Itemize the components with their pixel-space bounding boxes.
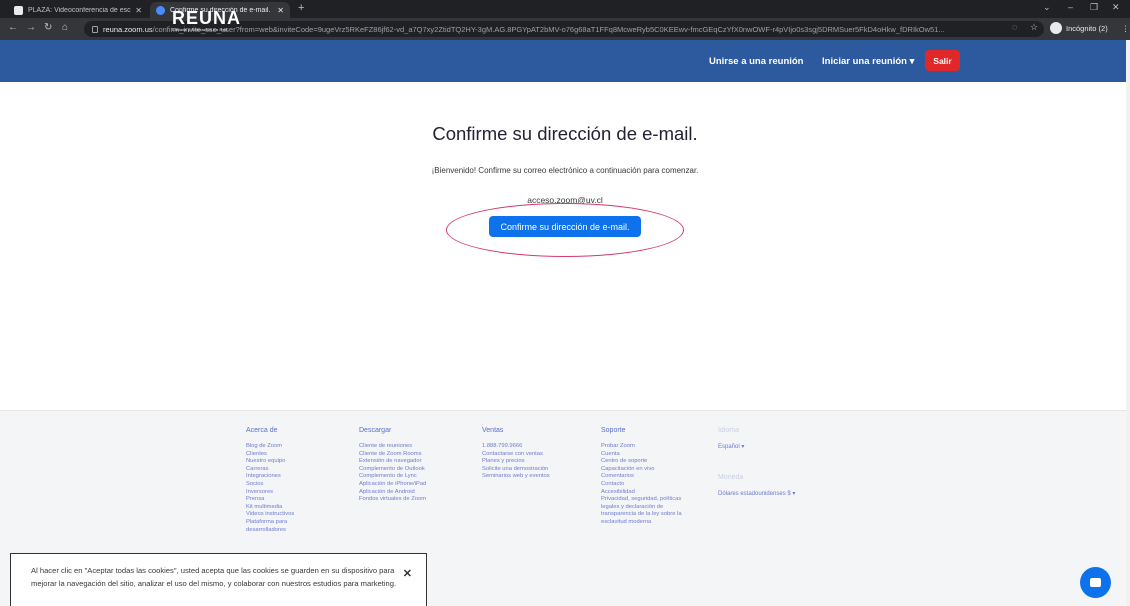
footer-link[interactable]: 1.888.799.9666	[482, 443, 550, 451]
footer-link[interactable]: Comentarios	[601, 473, 682, 481]
currency-select[interactable]: Dólares estadounidenses $ ▾	[718, 490, 795, 497]
footer-link[interactable]: Complemento de Outlook	[359, 466, 426, 474]
footer-link[interactable]: Complemento de Lync	[359, 473, 426, 481]
footer-link[interactable]: Plataforma para	[246, 519, 294, 527]
footer-list: Probar Zoom Cuenta Centro de soporte Capaci…	[601, 443, 682, 527]
confirm-email-button[interactable]: Confirme su dirección de e-mail.	[489, 216, 641, 237]
eye-off-icon[interactable]: ◌	[1012, 22, 1017, 32]
close-tab-icon[interactable]: ✕	[135, 6, 142, 15]
star-icon[interactable]: ☆	[1030, 22, 1038, 33]
browser-tab-plaza[interactable]: PLAZA: Videoconferencia de esc ✕	[8, 2, 148, 18]
footer-link[interactable]: Accesibilidad	[601, 489, 682, 497]
start-meeting-label: Iniciar una reunión	[822, 56, 907, 67]
footer-link[interactable]: Socios	[246, 481, 294, 489]
browser-tab-bar: PLAZA: Videoconferencia de esc ✕ Confirm…	[0, 0, 1130, 18]
chat-button[interactable]	[1080, 567, 1111, 598]
minimize-icon[interactable]: –	[1068, 2, 1073, 12]
site-favicon-icon	[14, 5, 23, 15]
start-meeting-menu[interactable]: Iniciar una reunión ▾	[822, 56, 914, 67]
footer-list: Blog de Zoom Clientes Nuestro equipo Carrer…	[246, 443, 294, 534]
footer-list: 1.888.799.9666 Contactarse con ventas Plan…	[482, 443, 550, 481]
footer-link[interactable]: Contacto	[601, 481, 682, 489]
footer-heading: Soporte	[601, 427, 626, 434]
footer-link[interactable]: Videos instructivos	[246, 511, 294, 519]
address-bar: ← → ↻ ⌂ reuna.zoom.us /confirm_invite_ss…	[0, 18, 1130, 40]
footer-link[interactable]: Clientes	[246, 451, 294, 459]
incognito-icon	[1050, 22, 1062, 34]
footer-link[interactable]: Cliente de reuniones	[359, 443, 426, 451]
footer-link[interactable]: Fondos virtuales de Zoom	[359, 496, 426, 504]
footer-column-download: Descargar Cliente de reuniones Cliente de…	[359, 427, 426, 504]
home-icon[interactable]: ⌂	[62, 22, 68, 33]
footer-link[interactable]: Aplicación de Android	[359, 489, 426, 497]
close-tab-icon[interactable]: ✕	[277, 6, 284, 15]
reload-icon[interactable]: ↻	[44, 22, 52, 33]
currency-value: Dólares estadounidenses $	[718, 491, 791, 497]
footer-link[interactable]: Privacidad, seguridad, políticas	[601, 496, 682, 504]
footer-link[interactable]: Cuenta	[601, 451, 682, 459]
reuna-logo[interactable]: REUNA Ciencia y Educación en Red	[172, 8, 242, 32]
currency-heading: Moneda	[718, 474, 744, 481]
footer-link[interactable]: Carreras	[246, 466, 294, 474]
forward-icon[interactable]: →	[26, 22, 36, 33]
page-title: Confirme su dirección de e-mail.	[432, 123, 698, 144]
welcome-text: ¡Bienvenido! Confirme su correo electrón…	[431, 166, 699, 175]
tab-search-icon[interactable]: ⌄	[1043, 2, 1051, 13]
incognito-indicator[interactable]: Incógnito (2) ⋮	[1050, 22, 1129, 34]
exit-button[interactable]: Salir	[925, 50, 960, 71]
close-icon[interactable]: ✕	[403, 568, 412, 581]
footer-link[interactable]: esclavitud moderna	[601, 519, 682, 527]
footer-heading: Descargar	[359, 427, 392, 434]
footer-link[interactable]: Probar Zoom	[601, 443, 682, 451]
zoom-favicon-icon	[156, 5, 165, 15]
footer-link[interactable]: Cliente de Zoom Rooms	[359, 451, 426, 459]
back-icon[interactable]: ←	[8, 22, 18, 33]
tab-title: PLAZA: Videoconferencia de esc	[28, 6, 131, 14]
footer-link[interactable]: Blog de Zoom	[246, 443, 294, 451]
incognito-label: Incógnito (2)	[1066, 23, 1108, 33]
lock-icon	[92, 25, 98, 33]
footer-link[interactable]: Seminarios web y eventos	[482, 473, 550, 481]
url-path: /confirm_invite_sso_user?from=web&invite…	[152, 24, 945, 34]
footer-column-support: Soporte Probar Zoom Cuenta Centro de sopor…	[601, 427, 682, 527]
footer-link[interactable]: Inversores	[246, 489, 294, 497]
footer-link[interactable]: Nuestro equipo	[246, 458, 294, 466]
close-window-icon[interactable]: ✕	[1112, 2, 1120, 13]
footer-link[interactable]: Aplicación de iPhone/iPad	[359, 481, 426, 489]
footer-heading: Ventas	[482, 427, 504, 434]
caret-down-icon: ▾	[909, 56, 915, 67]
footer-link[interactable]: Integraciones	[246, 473, 294, 481]
footer-link[interactable]: Centro de soporte	[601, 458, 682, 466]
footer-column-about: Acerca de Blog de Zoom Clientes Nuestro eq…	[246, 427, 294, 534]
footer-link[interactable]: Kit multimedia	[246, 504, 294, 512]
join-meeting-link[interactable]: Unirse a una reunión	[709, 56, 804, 67]
chat-bubble-icon	[1090, 578, 1101, 587]
footer-column-settings: Idioma Español ▾ Moneda Dólares estadoun…	[718, 427, 795, 521]
caret-down-icon: ▾	[792, 491, 796, 497]
footer-link[interactable]: Contactarse con ventas	[482, 451, 550, 459]
footer-link[interactable]: transparencia de la ley sobre la	[601, 511, 682, 519]
restore-icon[interactable]: ❐	[1090, 2, 1098, 13]
language-value: Español	[718, 444, 740, 450]
footer-link[interactable]: Solicite una demostración	[482, 466, 550, 474]
language-heading: Idioma	[718, 427, 740, 434]
footer-heading: Acerca de	[246, 427, 278, 434]
footer-link[interactable]: Capacitación en vivo	[601, 466, 682, 474]
caret-down-icon: ▾	[741, 444, 745, 450]
url-host: reuna.zoom.us	[103, 24, 153, 34]
cookie-text: Al hacer clic en "Aceptar todas las cook…	[31, 566, 397, 588]
footer-list: Cliente de reuniones Cliente de Zoom Room…	[359, 443, 426, 504]
cookie-banner: Al hacer clic en "Aceptar todas las cook…	[10, 553, 427, 606]
logo-mark: REUNA	[172, 8, 242, 28]
footer-link[interactable]: Extensión de navegador	[359, 458, 426, 466]
footer-link[interactable]: desarrolladores	[246, 527, 294, 535]
footer-link[interactable]: legales y declaración de	[601, 504, 682, 512]
menu-icon[interactable]: ⋮	[1122, 24, 1130, 33]
footer-link[interactable]: Prensa	[246, 496, 294, 504]
footer-link[interactable]: Planes y precios	[482, 458, 550, 466]
footer-column-sales: Ventas 1.888.799.9666 Contactarse con ven…	[482, 427, 550, 481]
language-select[interactable]: Español ▾	[718, 443, 795, 450]
new-tab-icon[interactable]: +	[298, 2, 304, 14]
